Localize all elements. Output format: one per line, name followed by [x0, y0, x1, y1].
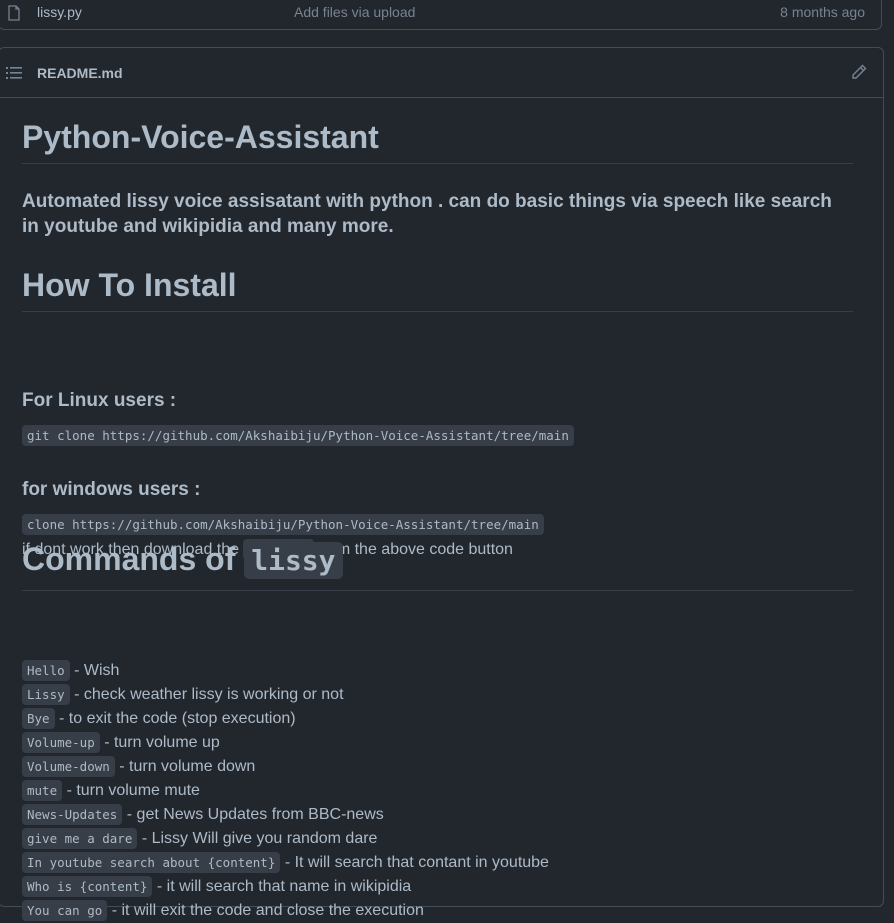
command-code: Bye [22, 708, 55, 729]
command-desc: - get News Updates from BBC-news [126, 806, 384, 823]
readme-header: README.md [0, 48, 883, 98]
command-item: You can go - it will exit the code and c… [22, 899, 853, 923]
command-desc: - Lissy Will give you random dare [141, 830, 378, 847]
command-desc: - it will exit the code and close the ex… [111, 902, 424, 919]
file-icon [8, 5, 20, 21]
command-item: Who is {content} - it will search that n… [22, 875, 853, 899]
command-desc: - turn volume mute [66, 782, 200, 799]
commands-heading-code: lissy [244, 542, 343, 579]
command-code: News-Updates [22, 804, 123, 825]
command-code: Volume-down [22, 756, 115, 777]
command-code: mute [22, 780, 63, 801]
readme-lead-text: Automated lissy voice assisatant with py… [22, 191, 832, 237]
command-item: Lissy - check weather lissy is working o… [22, 683, 853, 707]
command-item: News-Updates - get News Updates from BBC… [22, 803, 853, 827]
command-desc: - turn volume up [104, 734, 220, 751]
command-code: In youtube search about {content} [22, 852, 281, 873]
list-icon[interactable] [6, 66, 22, 80]
commands-list: Hello - Wish Lissy - check weather lissy… [22, 659, 853, 923]
command-desc: - turn volume down [119, 758, 256, 775]
command-desc: - it will search that name in wikipidia [156, 878, 412, 895]
install-heading: How To Install [22, 267, 853, 312]
command-code: Volume-up [22, 732, 100, 753]
commit-message-link[interactable]: Add files via upload [294, 4, 415, 20]
readme-filename: README.md [37, 65, 123, 81]
file-name-link[interactable]: lissy.py [37, 4, 82, 20]
linux-command-code: git clone https://github.com/Akshaibiju/… [22, 425, 574, 446]
command-code: You can go [22, 900, 108, 921]
command-desc: - to exit the code (stop execution) [59, 710, 296, 727]
command-item: Volume-up - turn volume up [22, 731, 853, 755]
command-code: give me a dare [22, 828, 138, 849]
linux-heading: For Linux users : [22, 390, 177, 411]
command-item: Hello - Wish [22, 659, 853, 683]
command-item: In youtube search about {content} - It w… [22, 851, 853, 875]
windows-command-line: clone https://github.com/Akshaibiju/Pyth… [22, 514, 544, 535]
commands-heading: Commands of lissy [22, 538, 853, 591]
command-desc: - It will search that contant in youtube [284, 854, 549, 871]
windows-command-code: clone https://github.com/Akshaibiju/Pyth… [22, 514, 544, 535]
command-desc: - Wish [74, 662, 120, 679]
commit-age: 8 months ago [780, 4, 865, 20]
page-scrollbar[interactable] [886, 0, 894, 894]
commands-heading-prefix: Commands of [22, 541, 236, 577]
readme-main-title: Python-Voice-Assistant [22, 119, 853, 164]
command-item: mute - turn volume mute [22, 779, 853, 803]
command-code: Lissy [22, 684, 70, 705]
command-desc: - check weather lissy is working or not [74, 686, 344, 703]
command-item: Bye - to exit the code (stop execution) [22, 707, 853, 731]
command-code: Hello [22, 660, 70, 681]
linux-command-line: git clone https://github.com/Akshaibiju/… [22, 425, 574, 446]
file-row-lissy[interactable]: lissy.py Add files via upload 8 months a… [0, 0, 882, 30]
pencil-icon[interactable] [851, 64, 867, 80]
command-item: Volume-down - turn volume down [22, 755, 853, 779]
readme-box: README.md Python-Voice-Assistant Automat… [0, 47, 884, 921]
command-item: give me a dare - Lissy Will give you ran… [22, 827, 853, 851]
windows-heading: for windows users : [22, 479, 201, 500]
